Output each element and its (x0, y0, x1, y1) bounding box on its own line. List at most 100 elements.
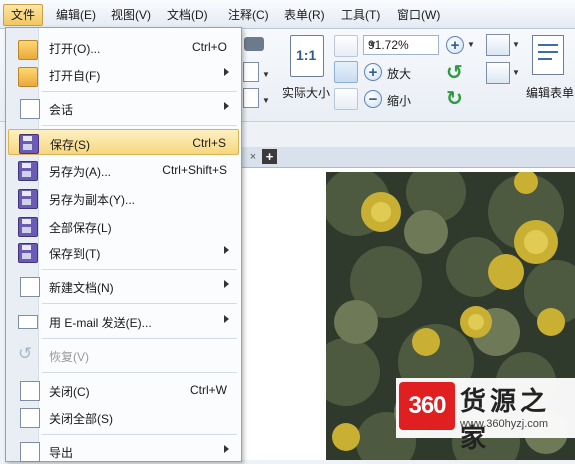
menu-item-save[interactable]: 保存(S) Ctrl+S (8, 129, 239, 155)
folder-globe-icon (18, 67, 38, 87)
file-menu: 打开(O)... Ctrl+O 打开自(F) 会话 保存(S) Ctrl+S 另… (5, 27, 242, 462)
menu-item-export[interactable]: 导出 (8, 438, 239, 464)
site-watermark: 360 货源之家 www.360hyzj.com (396, 378, 575, 454)
menu-item-new-document[interactable]: 新建文档(N) (8, 273, 239, 299)
menu-item-label: 关闭(C) (49, 385, 90, 399)
menu-item-open-from[interactable]: 打开自(F) (8, 61, 239, 87)
actual-size-icon[interactable]: 1:1 (290, 35, 324, 77)
menu-document[interactable]: 文档(D) (165, 6, 210, 24)
menu-item-label: 会话 (49, 103, 74, 117)
zoom-out-icon[interactable]: − (364, 90, 382, 108)
menu-form[interactable]: 表单(R) (282, 6, 327, 24)
menu-item-label: 导出 (49, 446, 74, 460)
menu-separator (42, 338, 237, 339)
watermark-url: www.360hyzj.com (460, 418, 549, 430)
save-to-icon (18, 243, 38, 263)
fit-page-button[interactable] (334, 35, 358, 57)
menu-item-save-copy[interactable]: 另存为副本(Y)... (8, 185, 239, 211)
submenu-arrow-icon (224, 246, 229, 254)
zoom-dropdown-arrow-icon[interactable]: ▼ (467, 40, 475, 49)
rotate-left-icon[interactable]: ↺ (446, 60, 463, 85)
email-icon (18, 315, 38, 329)
menu-separator (42, 269, 237, 270)
menu-item-label: 打开(O)... (49, 42, 101, 56)
fit-visible-button[interactable] (334, 88, 358, 110)
edit-form-icon[interactable] (532, 35, 564, 75)
menu-item-shortcut: Ctrl+O (191, 40, 227, 54)
chevron-down-icon[interactable]: ▼ (368, 39, 435, 49)
menu-separator (42, 434, 237, 435)
menu-tools[interactable]: 工具(T) (339, 6, 382, 24)
dropdown-arrow-icon[interactable]: ▼ (262, 70, 270, 79)
camera-icon[interactable] (244, 37, 264, 51)
export-icon (20, 442, 40, 462)
menu-item-send-email[interactable]: 用 E-mail 发送(E)... (8, 308, 239, 334)
page-icon[interactable] (243, 62, 259, 82)
menu-item-label: 保存到(T) (49, 247, 101, 261)
fit-width-button[interactable] (334, 61, 358, 83)
form-tool-icon[interactable] (486, 34, 510, 56)
zoom-in-icon[interactable]: + (364, 63, 382, 81)
actual-size-icon-text: 1:1 (296, 47, 317, 63)
close-tab-icon[interactable]: × (246, 150, 260, 164)
submenu-arrow-icon (224, 68, 229, 76)
zoom-in-small-icon[interactable]: + (446, 36, 464, 54)
menu-separator (42, 303, 237, 304)
menu-item-label: 另存为副本(Y)... (49, 193, 135, 207)
menu-view[interactable]: 视图(V) (109, 6, 153, 24)
save-copy-icon (18, 189, 38, 209)
zoom-in-label[interactable]: 放大 (387, 65, 411, 82)
text-field-icon[interactable] (486, 62, 510, 84)
edit-form-label[interactable]: 编辑表单 (526, 84, 574, 101)
menu-item-label: 保存(S) (50, 138, 90, 152)
menu-item-label: 用 E-mail 发送(E)... (49, 316, 152, 330)
zoom-combobox[interactable]: 91.72% ▼ (363, 35, 439, 55)
menu-item-label: 新建文档(N) (49, 281, 114, 295)
menu-separator (42, 372, 237, 373)
menu-item-session[interactable]: 会话 (8, 95, 239, 121)
actual-size-label[interactable]: 实际大小 (282, 84, 330, 101)
menu-item-shortcut: Ctrl+S (192, 136, 226, 150)
revert-icon: ↺ (18, 344, 33, 363)
document-tab-strip (240, 147, 575, 168)
close-document-icon (20, 381, 40, 401)
menu-window[interactable]: 窗口(W) (395, 6, 442, 24)
save-all-icon (18, 217, 38, 237)
submenu-arrow-icon (224, 445, 229, 453)
menu-item-shortcut: Ctrl+W (190, 383, 227, 397)
menu-item-revert: ↺ 恢复(V) (8, 342, 239, 368)
menu-item-save-all[interactable]: 全部保存(L) (8, 213, 239, 239)
menu-item-save-as[interactable]: 另存为(A)... Ctrl+Shift+S (8, 157, 239, 183)
menu-edit[interactable]: 编辑(E) (54, 6, 98, 24)
menu-item-label: 恢复(V) (49, 350, 89, 364)
zoom-out-label[interactable]: 缩小 (387, 92, 411, 109)
menu-item-label: 关闭全部(S) (49, 412, 113, 426)
menu-item-label: 另存为(A)... (49, 165, 111, 179)
watermark-logo: 360 (399, 382, 455, 430)
menu-item-label: 打开自(F) (49, 69, 101, 83)
menu-file[interactable]: 文件 (3, 4, 44, 26)
submenu-arrow-icon (224, 315, 229, 323)
menu-item-open[interactable]: 打开(O)... Ctrl+O (8, 34, 239, 60)
page-copy-icon[interactable] (243, 88, 259, 108)
text-field-dropdown-arrow-icon[interactable]: ▼ (512, 68, 520, 77)
submenu-arrow-icon (224, 102, 229, 110)
menu-bar: 文件 编辑(E) 视图(V) 文档(D) 注释(C) 表单(R) 工具(T) 窗… (0, 0, 575, 29)
menu-item-close-all[interactable]: 关闭全部(S) (8, 404, 239, 430)
save-icon (19, 134, 39, 154)
menu-item-shortcut: Ctrl+Shift+S (162, 163, 227, 177)
session-icon (20, 99, 40, 119)
menu-item-label: 全部保存(L) (49, 221, 112, 235)
rotate-right-icon[interactable]: ↻ (446, 86, 463, 111)
save-as-icon (18, 161, 38, 181)
submenu-arrow-icon (224, 280, 229, 288)
menu-item-close[interactable]: 关闭(C) Ctrl+W (8, 377, 239, 403)
menu-separator (42, 125, 237, 126)
new-document-icon (20, 277, 40, 297)
add-tab-icon[interactable]: + (262, 149, 277, 164)
menu-item-save-to[interactable]: 保存到(T) (8, 239, 239, 265)
menu-comment[interactable]: 注释(C) (226, 6, 271, 24)
form-dropdown-arrow-icon[interactable]: ▼ (512, 40, 520, 49)
dropdown-arrow-icon-2[interactable]: ▼ (262, 96, 270, 105)
menu-separator (42, 91, 237, 92)
